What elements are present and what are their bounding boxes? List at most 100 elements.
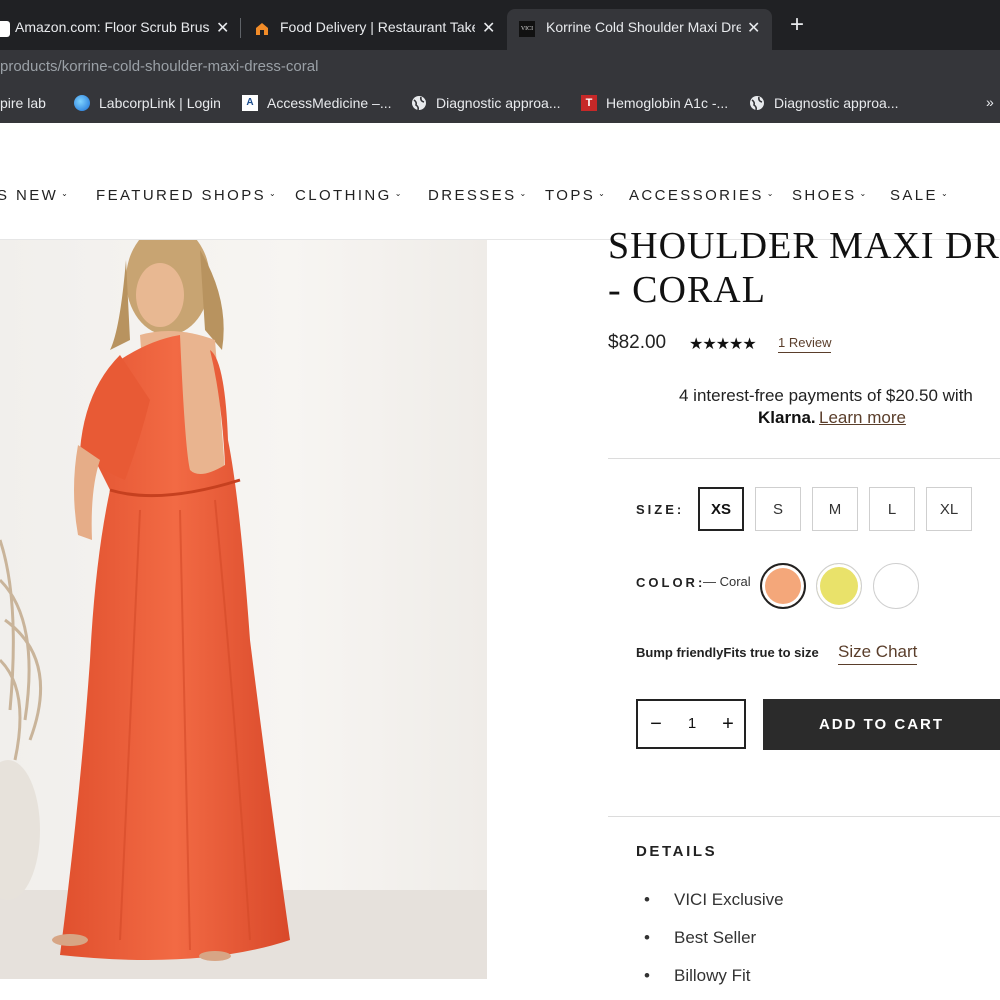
nav-item-accessories[interactable]: ACCESSORIES ⌄ bbox=[629, 187, 773, 204]
tab-food-delivery[interactable]: Food Delivery | Restaurant Take ✕ bbox=[241, 9, 506, 50]
bookmark-item[interactable]: A AccessMedicine –... bbox=[242, 83, 392, 123]
details-heading: DETAILS bbox=[636, 843, 718, 860]
nav-item-dresses[interactable]: DRESSES ⌄ bbox=[428, 187, 526, 204]
close-icon[interactable]: ✕ bbox=[747, 20, 760, 38]
bookmark-label: Hemoglobin A1c -... bbox=[606, 95, 729, 111]
nav-label: SALE bbox=[890, 187, 938, 204]
bullet-icon: • bbox=[644, 928, 650, 947]
color-swatch-coral[interactable] bbox=[760, 563, 806, 609]
size-option-xl[interactable]: XL bbox=[926, 487, 972, 531]
address-bar[interactable]: products/korrine-cold-shoulder-maxi-dres… bbox=[0, 50, 1000, 83]
selected-color-name: — Coral bbox=[703, 574, 751, 589]
star-rating-icon: ★★★★★ bbox=[689, 336, 757, 353]
site-navigation: S NEW ⌄ FEATURED SHOPS ⌄ CLOTHING ⌄ DRESSES… bbox=[0, 123, 1000, 240]
reviews-link[interactable]: 1 Review bbox=[778, 335, 832, 353]
product-title-line-2: - CORAL bbox=[608, 269, 766, 311]
color-swatch-white[interactable] bbox=[873, 563, 919, 609]
bullet-icon: • bbox=[644, 890, 650, 909]
detail-text: VICI Exclusive bbox=[674, 890, 784, 909]
nav-item-tops[interactable]: TOPS ⌄ bbox=[545, 187, 605, 204]
detail-item: • Billowy Fit bbox=[644, 966, 751, 986]
color-swatch-yellow[interactable] bbox=[816, 563, 862, 609]
detail-item: • Best Seller bbox=[644, 928, 756, 948]
tab-title: Food Delivery | Restaurant Take bbox=[280, 19, 475, 35]
quantity-input[interactable]: 1 bbox=[680, 715, 704, 732]
product-price: $82.00 bbox=[608, 332, 667, 353]
divider bbox=[608, 458, 1000, 459]
size-option-s[interactable]: S bbox=[755, 487, 801, 531]
tab-korrine-dress[interactable]: VICI Korrine Cold Shoulder Maxi Dre ✕ bbox=[507, 9, 772, 50]
fit-note: Bump friendlyFits true to size bbox=[636, 645, 819, 660]
bookmark-label: LabcorpLink | Login bbox=[99, 95, 221, 111]
chevron-down-icon: ⌄ bbox=[940, 189, 948, 198]
product-image[interactable] bbox=[0, 240, 487, 979]
klarna-payment-text: 4 interest-free payments of $20.50 with bbox=[679, 386, 973, 405]
new-tab-button[interactable]: + bbox=[786, 13, 808, 37]
nav-label: ACCESSORIES bbox=[629, 187, 764, 204]
bullet-icon: • bbox=[644, 966, 650, 985]
close-icon[interactable]: ✕ bbox=[482, 20, 495, 38]
nav-label: S NEW bbox=[0, 187, 59, 204]
nav-item-sale[interactable]: SALE ⌄ bbox=[890, 187, 948, 204]
increase-quantity-button[interactable]: + bbox=[716, 710, 740, 738]
grubhub-icon bbox=[254, 21, 270, 37]
size-label: SIZE: bbox=[636, 502, 685, 517]
chevron-down-icon: ⌄ bbox=[859, 189, 867, 198]
chevron-down-icon: ⌄ bbox=[519, 189, 527, 198]
url-text[interactable]: products/korrine-cold-shoulder-maxi-dres… bbox=[0, 58, 318, 75]
browser-tab-bar: Amazon.com: Floor Scrub Brus ✕ Food Deli… bbox=[0, 0, 1000, 50]
klarna-logo: Klarna. bbox=[758, 408, 816, 427]
product-photo bbox=[0, 240, 487, 979]
detail-item: • VICI Exclusive bbox=[644, 890, 784, 910]
bookmark-item[interactable]: LabcorpLink | Login bbox=[74, 83, 221, 123]
product-title: SHOULDER MAXI DRE bbox=[608, 225, 1000, 267]
nav-label: CLOTHING bbox=[295, 187, 392, 204]
chevron-down-icon: ⌄ bbox=[269, 189, 276, 198]
nav-label: DRESSES bbox=[428, 187, 517, 204]
nav-label: FEATURED SHOPS bbox=[96, 187, 267, 204]
size-chart-link[interactable]: Size Chart bbox=[838, 642, 918, 665]
chevron-down-icon: ⌄ bbox=[394, 189, 402, 198]
bookmark-label: pire lab bbox=[0, 95, 46, 111]
detail-text: Billowy Fit bbox=[674, 966, 751, 985]
tab-amazon[interactable]: Amazon.com: Floor Scrub Brus ✕ bbox=[0, 9, 240, 50]
globe-icon bbox=[749, 95, 765, 111]
close-icon[interactable]: ✕ bbox=[216, 20, 229, 38]
color-label: COLOR: bbox=[636, 575, 706, 590]
chevron-down-icon: ⌄ bbox=[766, 189, 774, 198]
globe-icon bbox=[411, 95, 427, 111]
bookmark-item[interactable]: Diagnostic approa... bbox=[411, 83, 561, 123]
labcorp-icon bbox=[74, 95, 90, 111]
size-option-xs[interactable]: XS bbox=[698, 487, 744, 531]
chevron-down-icon: ⌄ bbox=[61, 189, 68, 198]
bookmark-label: AccessMedicine –... bbox=[267, 95, 392, 111]
bookmark-item[interactable]: Diagnostic approa... bbox=[749, 83, 899, 123]
nav-item-clothing[interactable]: CLOTHING ⌄ bbox=[295, 187, 401, 204]
bookmark-item[interactable]: pire lab bbox=[0, 83, 46, 123]
klarna-learn-more-link[interactable]: Learn more bbox=[819, 408, 906, 428]
size-option-m[interactable]: M bbox=[812, 487, 858, 531]
access-medicine-icon: A bbox=[242, 95, 258, 111]
decrease-quantity-button[interactable]: − bbox=[644, 710, 668, 738]
tab-title: Korrine Cold Shoulder Maxi Dre bbox=[546, 19, 741, 35]
detail-text: Best Seller bbox=[674, 928, 757, 947]
nav-item-featured-shops[interactable]: FEATURED SHOPS ⌄ bbox=[96, 187, 276, 204]
bookmarks-overflow-icon[interactable]: » bbox=[986, 94, 994, 110]
chevron-down-icon: ⌄ bbox=[598, 189, 605, 198]
tab-title: Amazon.com: Floor Scrub Brus bbox=[15, 19, 210, 35]
quantity-stepper: − 1 + bbox=[636, 699, 746, 749]
nav-item-whats-new[interactable]: S NEW ⌄ bbox=[0, 187, 68, 204]
bookmark-item[interactable]: T Hemoglobin A1c -... bbox=[581, 83, 728, 123]
bookmarks-bar: pire lab LabcorpLink | Login A AccessMed… bbox=[0, 83, 1000, 124]
add-to-cart-button[interactable]: ADD TO CART bbox=[763, 699, 1000, 750]
bookmark-label: Diagnostic approa... bbox=[436, 95, 561, 111]
t-icon: T bbox=[581, 95, 597, 111]
size-option-l[interactable]: L bbox=[869, 487, 915, 531]
nav-item-shoes[interactable]: SHOES ⌄ bbox=[792, 187, 866, 204]
divider bbox=[608, 816, 1000, 817]
nav-label: SHOES bbox=[792, 187, 857, 204]
vici-icon: VICI bbox=[519, 21, 535, 37]
bookmark-label: Diagnostic approa... bbox=[774, 95, 899, 111]
amazon-icon bbox=[0, 21, 10, 37]
nav-label: TOPS bbox=[545, 187, 596, 204]
